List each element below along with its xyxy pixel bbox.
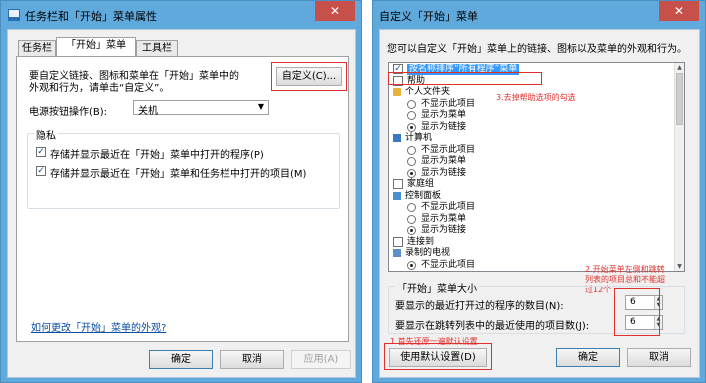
tree-item-label: 显示为链接 <box>421 225 467 235</box>
tree-item-label: 显示为菜单 <box>421 156 467 166</box>
tree-item-radio[interactable] <box>407 214 416 224</box>
tree-item-radio[interactable] <box>407 203 416 212</box>
scroll-down-arrow-icon[interactable]: ▼ <box>675 262 684 271</box>
tree-item-label: 显示为菜单 <box>421 110 467 120</box>
size-group-label: 「开始」菜单大小 <box>395 280 479 295</box>
default-settings-highlight-box <box>384 343 492 370</box>
intro-text: 您可以自定义「开始」菜单上的链接、图标以及菜单的外观和行为。 <box>387 44 687 55</box>
window-title: 任务栏和「开始」菜单属性 <box>25 10 157 23</box>
tab-taskbar[interactable]: 任务栏 <box>18 40 56 56</box>
recent-programs-count-label: 要显示的最近打开过的程序的数目(N): <box>395 301 564 312</box>
tree-item[interactable]: 连接到 <box>389 236 684 248</box>
title-bar[interactable]: 自定义「开始」菜单 ✕ <box>373 1 705 29</box>
customize-start-menu-window: 自定义「开始」菜单 ✕ 您可以自定义「开始」菜单上的链接、图标以及菜单的外观和行… <box>372 0 706 383</box>
tree-scrollbar[interactable]: ▲ ▼ <box>674 63 684 271</box>
taskbar-start-menu-properties-window: 任务栏和「开始」菜单属性 ✕ 任务栏 「开始」菜单 工具栏 要自定义链接、图标和… <box>0 0 362 383</box>
description-line-2: 外观和行为，请单击“自定义”。 <box>29 83 170 94</box>
cancel-button[interactable]: 取消 <box>627 348 691 367</box>
close-button[interactable]: ✕ <box>315 1 355 21</box>
tree-item[interactable]: 显示为链接 <box>389 168 684 179</box>
tree-item-radio[interactable] <box>407 260 416 270</box>
count-steppers-highlight-box <box>614 288 660 336</box>
close-button[interactable]: ✕ <box>659 1 699 21</box>
tree-item-label: 不显示此项目 <box>421 144 476 155</box>
tree-item-radio[interactable] <box>407 111 416 120</box>
folder-icon <box>393 88 401 96</box>
taskbar-app-icon <box>8 9 20 21</box>
ok-button[interactable]: 确定 <box>556 348 620 367</box>
tree-item-checkbox[interactable] <box>393 236 403 247</box>
tree-item[interactable]: 不显示此项目 <box>389 145 684 156</box>
tree-item-label: 不显示此项目 <box>421 259 476 270</box>
control-panel-icon <box>393 191 401 200</box>
chevron-down-icon: ▼ <box>257 102 264 111</box>
title-bar[interactable]: 任务栏和「开始」菜单属性 ✕ <box>1 1 361 29</box>
scroll-thumb[interactable] <box>676 73 683 125</box>
privacy-group-label: 隐私 <box>34 127 58 142</box>
tree-item-label: 录制的电视 <box>405 248 451 258</box>
ok-button[interactable]: 确定 <box>149 350 213 369</box>
tree-item[interactable]: 显示为链接 <box>389 225 684 236</box>
tv-icon <box>393 249 401 257</box>
tree-item-label: 不显示此项目 <box>421 98 476 109</box>
start-menu-tab-panel: 要自定义链接、图标和菜单在「开始」菜单中的 外观和行为，请单击“自定义”。 自定… <box>16 56 349 342</box>
tree-item-label: 显示为链接 <box>421 121 467 132</box>
tree-item-label: 个人文件夹 <box>405 87 451 97</box>
tree-item[interactable]: 家庭组 <box>389 179 684 190</box>
tab-toolbars[interactable]: 工具栏 <box>136 40 178 56</box>
tree-item-checkbox[interactable] <box>393 179 403 189</box>
annotation-step-3: 3.去掉帮助选项的勾选 <box>496 93 576 102</box>
tree-item-label: 显示为链接 <box>421 167 467 178</box>
scroll-up-arrow-icon[interactable]: ▲ <box>675 63 684 72</box>
tree-item[interactable]: 显示为链接 <box>389 122 684 133</box>
privacy-group: 隐私 ✓ 存储并显示最近在「开始」菜单中打开的程序(P) ✓ 存储并显示最近在「… <box>27 127 340 209</box>
jumplist-count-label: 要显示在跳转列表中的最近使用的项目数(J): <box>395 321 590 332</box>
tree-item[interactable]: 录制的电视 <box>389 248 684 259</box>
tree-item-radio[interactable] <box>407 122 416 132</box>
tree-item-label: 家庭组 <box>407 179 435 189</box>
window-title: 自定义「开始」菜单 <box>379 10 478 23</box>
power-button-label: 电源按钮操作(B): <box>29 107 108 118</box>
help-item-highlight-box <box>388 72 542 85</box>
tree-item-label: 计算机 <box>405 133 433 143</box>
tree-item[interactable]: 显示为菜单 <box>389 110 684 121</box>
recent-items-label: 存储并显示最近在「开始」菜单和任务栏中打开的项目(M) <box>50 169 307 180</box>
tree-item-radio[interactable] <box>407 145 416 155</box>
dialog-body: 您可以自定义「开始」菜单上的链接、图标以及菜单的外观和行为。 ✓ 按名称排序“所有… <box>379 29 700 378</box>
cancel-button[interactable]: 取消 <box>220 350 284 369</box>
tree-item-radio[interactable] <box>407 157 416 166</box>
power-action-value: 关机 <box>138 106 158 117</box>
tree-item-radio[interactable] <box>407 226 416 235</box>
tree-item-label: 连接到 <box>407 236 435 247</box>
tree-item-radio[interactable] <box>407 168 416 178</box>
recent-programs-checkbox[interactable]: ✓ <box>36 147 46 157</box>
tree-item-label: 不显示此项目 <box>421 202 476 212</box>
tree-item[interactable]: 显示为菜单 <box>389 214 684 225</box>
tab-start-menu[interactable]: 「开始」菜单 <box>56 37 136 56</box>
power-action-select[interactable]: 关机 ▼ <box>133 100 269 117</box>
apply-button[interactable]: 应用(A) <box>291 350 351 369</box>
appearance-help-link[interactable]: 如何更改「开始」菜单的外观? <box>31 319 166 334</box>
tree-item-label: 控制面板 <box>405 190 442 201</box>
tree-item[interactable]: 计算机 <box>389 133 684 144</box>
recent-programs-label: 存储并显示最近在「开始」菜单中打开的程序(P) <box>50 150 264 161</box>
tree-item-radio[interactable] <box>407 99 416 109</box>
tree-item-label: 显示为菜单 <box>421 213 467 224</box>
tree-item[interactable]: 不显示此项目 <box>389 202 684 213</box>
recent-items-checkbox[interactable]: ✓ <box>36 166 46 176</box>
dialog-body: 任务栏 「开始」菜单 工具栏 要自定义链接、图标和菜单在「开始」菜单中的 外观和… <box>7 29 356 378</box>
tree-item[interactable]: 显示为菜单 <box>389 156 684 167</box>
tree-item[interactable]: 控制面板 <box>389 191 684 202</box>
computer-icon <box>393 134 401 142</box>
customize-highlight-box <box>271 62 347 91</box>
